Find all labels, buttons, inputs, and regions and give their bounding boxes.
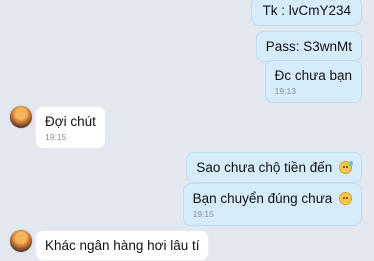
message-text: Bạn chuyển đúng chưa [192,191,333,206]
message-timestamp: 19:15 [45,132,67,142]
message-text: Pass: S3wnMt [265,39,352,54]
message-bubble-outgoing[interactable]: Pass: S3wnMt [255,31,362,62]
message-text: Khác ngân hàng hơi lâu tí [45,238,200,253]
worried-emoji-icon [339,192,352,205]
message-text: Sao chưa chộ tiền đến [196,160,333,175]
message-text: Đc chưa bạn [274,68,352,83]
message-bubble-outgoing[interactable]: Tk : lvCmY234 [251,0,362,26]
contact-avatar[interactable] [9,229,33,253]
message-bubble-outgoing[interactable]: Đc chưa bạn 19:13 [264,60,362,103]
message-bubble-outgoing[interactable]: Sao chưa chộ tiền đến [186,152,362,183]
message-text: Tk : lvCmY234 [262,3,351,18]
message-timestamp: 19:15 [192,209,214,219]
grimacing-sweat-emoji-icon [339,161,353,174]
message-bubble-incoming[interactable]: Khác ngân hàng hơi lâu tí [35,230,210,261]
contact-avatar[interactable] [9,105,33,129]
message-bubble-incoming[interactable]: Đợi chút 19:15 [35,106,106,149]
message-text: Đợi chút [45,114,96,129]
message-timestamp: 19:13 [274,86,296,96]
message-bubble-outgoing[interactable]: Bạn chuyển đúng chưa 19:15 [182,183,362,226]
